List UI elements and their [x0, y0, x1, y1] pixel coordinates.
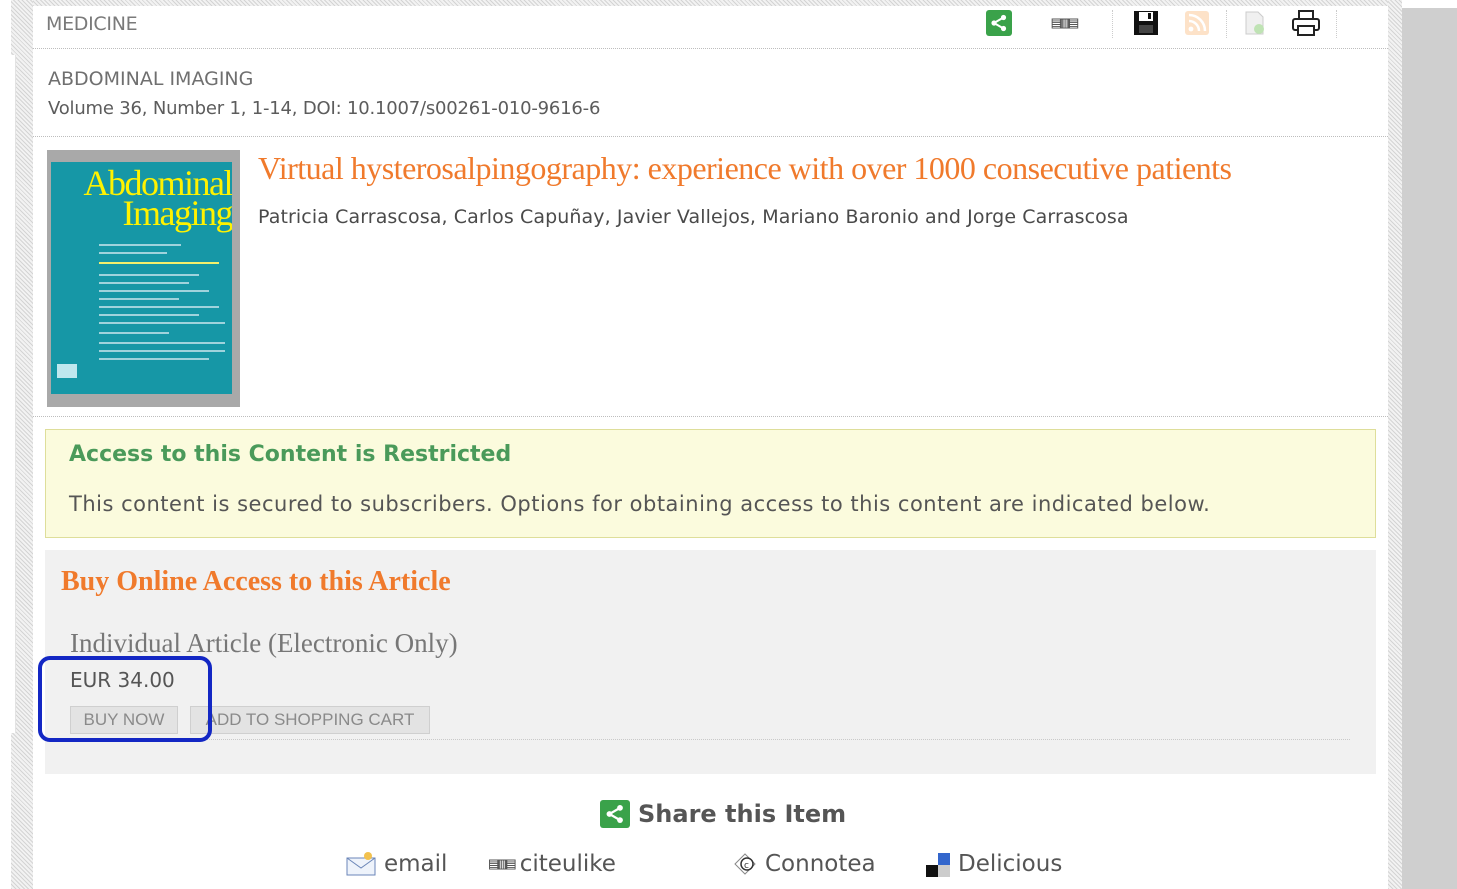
- share-heading: Share this Item: [600, 800, 846, 828]
- save-button[interactable]: [1130, 8, 1162, 38]
- share-citeulike-label: citeulike: [519, 851, 616, 877]
- save-icon: [1134, 11, 1158, 35]
- rss-feed-icon: [1185, 11, 1209, 35]
- left-separator: [11, 55, 16, 733]
- cover-text-line: [99, 282, 189, 284]
- share-email-label: email: [384, 851, 448, 877]
- share-citeulike-link[interactable]: ▤▥▤ citeulike: [489, 851, 616, 877]
- connotea-icon: c: [734, 853, 756, 875]
- cover-title: Abdominal Imaging: [83, 163, 232, 233]
- right-border: [1388, 0, 1402, 889]
- toolbar-divider: [1336, 10, 1337, 38]
- cover-text-line: [99, 274, 199, 276]
- cover-text-line: [99, 244, 181, 246]
- add-to-cart-button[interactable]: ADD TO SHOPPING CART: [190, 706, 430, 734]
- share-icon: [986, 10, 1012, 36]
- publisher-logo-icon: [57, 364, 77, 378]
- bookmark-icon: ▤▥▤: [1051, 13, 1079, 33]
- cover-artwork: Abdominal Imaging: [51, 162, 232, 394]
- rss-feed-button[interactable]: [1181, 8, 1213, 38]
- article-title: Virtual hysterosalpingography: experienc…: [258, 150, 1232, 186]
- journal-name[interactable]: ABDOMINAL IMAGING: [48, 68, 253, 90]
- share-email-link[interactable]: email: [346, 851, 447, 877]
- right-gutter: [1402, 8, 1457, 889]
- cover-text-line: [99, 262, 219, 264]
- top-border: [33, 0, 1388, 6]
- share-connotea-label: Connotea: [765, 851, 876, 877]
- share-delicious-link[interactable]: Delicious: [924, 851, 1062, 877]
- share-icon: [600, 800, 630, 828]
- export-citation-icon: [1245, 11, 1264, 35]
- cover-text-line: [99, 306, 219, 308]
- share-toolbar-button[interactable]: [983, 8, 1015, 38]
- cover-text-line: [99, 358, 209, 360]
- toolbar-divider: [1226, 10, 1227, 38]
- article-authors: Patricia Carrascosa, Carlos Capuñay, Jav…: [258, 206, 1129, 228]
- cover-text-line: [99, 314, 199, 316]
- cover-text-line: [99, 322, 225, 324]
- section-divider: [33, 416, 1388, 417]
- subject-label: MEDICINE: [46, 13, 138, 35]
- toolbar-divider: [1112, 10, 1113, 38]
- cover-text-line: [99, 350, 225, 352]
- svg-text:c: c: [744, 861, 749, 871]
- citeulike-icon: ▤▥▤: [489, 854, 516, 874]
- purchase-panel: Buy Online Access to this Article Indivi…: [45, 550, 1376, 774]
- cover-text-line: [99, 252, 167, 254]
- restricted-notice: Access to this Content is Restricted Thi…: [45, 429, 1376, 538]
- restricted-title: Access to this Content is Restricted: [69, 442, 512, 467]
- journal-cover-image[interactable]: Abdominal Imaging: [47, 150, 240, 407]
- cover-text-line: [99, 332, 169, 334]
- share-delicious-label: Delicious: [958, 851, 1063, 877]
- cover-text-line: [99, 298, 179, 300]
- print-icon: [1292, 10, 1320, 36]
- header-divider: [33, 48, 1388, 49]
- restricted-text: This content is secured to subscribers. …: [69, 492, 1211, 516]
- export-citation-button[interactable]: [1238, 8, 1270, 38]
- purchase-heading: Buy Online Access to this Article: [61, 566, 451, 597]
- panel-divider: [70, 739, 1350, 740]
- citation: Volume 36, Number 1, 1-14, DOI: 10.1007/…: [48, 98, 601, 119]
- delicious-icon: [926, 853, 950, 877]
- share-connotea-link[interactable]: c Connotea: [733, 851, 876, 877]
- email-icon: [346, 852, 376, 876]
- section-divider: [33, 136, 1388, 137]
- product-title: Individual Article (Electronic Only): [70, 628, 458, 658]
- price-highlight-box: [38, 656, 212, 742]
- cover-text-line: [99, 342, 225, 344]
- print-button[interactable]: [1288, 8, 1324, 38]
- share-label: Share this Item: [638, 800, 847, 828]
- cover-text-line: [99, 290, 209, 292]
- bookmark-toolbar-button[interactable]: ▤▥▤: [1034, 8, 1094, 38]
